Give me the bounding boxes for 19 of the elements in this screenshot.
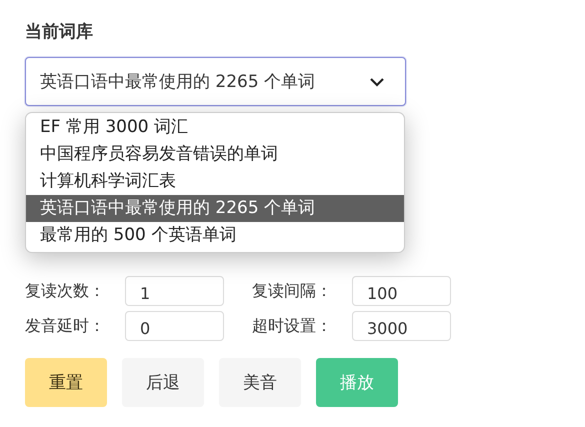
input-field[interactable]: 1 [125, 276, 224, 306]
field-label: 超时设置： [252, 316, 325, 336]
field-label: 复读次数： [25, 280, 106, 302]
dropdown-option[interactable]: 英语口语中最常使用的 2265 个单词 [26, 195, 404, 222]
field-label: 发音延时： [25, 316, 106, 336]
dropdown-option[interactable]: 中国程序员容易发音错误的单词 [26, 141, 404, 168]
field-label: 复读间隔： [252, 280, 325, 302]
dropdown-option[interactable]: EF 常用 3000 词汇 [26, 114, 404, 141]
action-button[interactable]: 重置 [25, 358, 107, 407]
input-field[interactable]: 0 [125, 311, 224, 341]
dropdown-option[interactable]: 计算机科学词汇表 [26, 168, 404, 195]
dropdown-option[interactable]: 最常用的 500 个英语单词 [26, 222, 404, 249]
section-heading: 当前词库 [25, 21, 94, 44]
action-button[interactable]: 后退 [122, 358, 204, 407]
chevron-down-icon [369, 76, 385, 86]
input-field[interactable]: 3000 [352, 311, 451, 341]
library-select[interactable]: 英语口语中最常使用的 2265 个单词 [25, 57, 406, 106]
action-button[interactable]: 美音 [219, 358, 301, 407]
input-field[interactable]: 100 [352, 276, 451, 306]
